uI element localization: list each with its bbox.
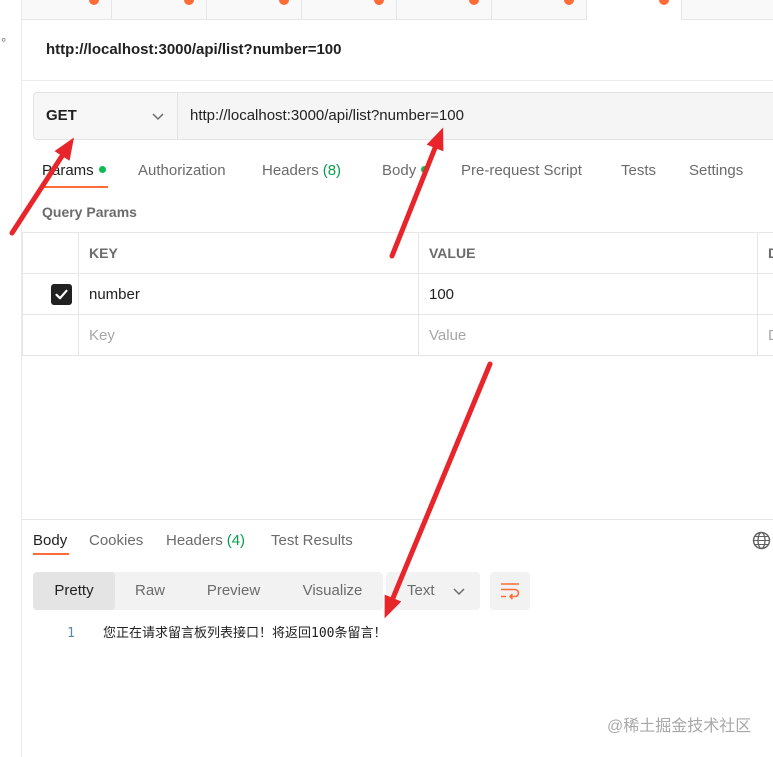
tab-headers[interactable]: Headers (8)	[262, 161, 341, 181]
tab-label: Settings	[689, 162, 744, 179]
url-input[interactable]: http://localhost:3000/api/list?number=10…	[178, 93, 773, 139]
open-tab[interactable]	[302, 0, 397, 20]
description-column-header: D	[757, 232, 773, 274]
new-key-field[interactable]: Key	[78, 314, 419, 356]
body-indicator-dot	[421, 166, 429, 173]
view-pretty-button[interactable]: Pretty	[33, 572, 115, 610]
tab-label: Params	[42, 162, 94, 179]
method-label: GET	[46, 107, 77, 124]
unsaved-changes-dot	[374, 0, 384, 5]
tab-label: Authorization	[138, 162, 226, 179]
view-preview-button[interactable]: Preview	[185, 572, 282, 610]
open-tab[interactable]	[207, 0, 302, 20]
request-title[interactable]: http://localhost:3000/api/list?number=10…	[46, 41, 342, 59]
headers-count: (8)	[322, 162, 342, 179]
tab-label: Cookies	[89, 532, 144, 549]
tab-label: Headers	[262, 162, 319, 179]
view-visualize-button[interactable]: Visualize	[282, 572, 383, 610]
tab-pre-request-script[interactable]: Pre-request Script	[461, 161, 582, 181]
tab-label: Body	[33, 532, 68, 549]
request-url-bar: GET http://localhost:3000/api/list?numbe…	[33, 92, 773, 140]
open-tab[interactable]	[22, 0, 112, 20]
chevron-down-icon	[452, 584, 466, 598]
annotation-arrow-response	[384, 361, 493, 619]
unsaved-changes-dot	[469, 0, 479, 5]
params-new-row: Key Value D	[22, 314, 773, 356]
tab-label: Test Results	[271, 532, 353, 549]
response-tab-body[interactable]: Body	[33, 531, 67, 551]
open-tab-active[interactable]	[587, 0, 682, 20]
params-header-row: KEY VALUE D	[22, 232, 773, 274]
params-indicator-dot	[98, 166, 106, 173]
view-raw-button[interactable]: Raw	[115, 572, 185, 610]
response-tab-headers[interactable]: Headers (4)	[166, 531, 245, 551]
open-tab[interactable]	[397, 0, 492, 20]
param-value-field[interactable]: 100	[418, 273, 758, 315]
line-number: 1	[67, 626, 75, 641]
unsaved-changes-dot	[564, 0, 574, 5]
tab-label: Tests	[621, 162, 657, 179]
tab-params[interactable]: Params	[42, 161, 106, 181]
watermark: @稀土掘金技术社区	[607, 718, 752, 735]
unsaved-changes-dot	[184, 0, 194, 5]
tab-label: Body	[382, 162, 417, 179]
title-divider	[22, 80, 773, 81]
query-params-table: KEY VALUE D number 100 Key Value D	[22, 232, 773, 356]
tab-label: Headers	[166, 532, 223, 549]
open-tabs-row	[22, 0, 682, 20]
value-column-header: VALUE	[418, 232, 758, 274]
key-column-header: KEY	[78, 232, 419, 274]
tab-tests[interactable]: Tests	[621, 161, 656, 181]
active-tab-underline	[42, 186, 108, 188]
params-row: number 100	[22, 273, 773, 315]
response-tab-cookies[interactable]: Cookies	[89, 531, 143, 551]
enable-cell	[22, 314, 79, 356]
select-all-cell	[22, 232, 79, 274]
open-tab[interactable]	[112, 0, 207, 20]
chevron-down-icon	[151, 109, 165, 123]
response-line-text: 您正在请求留言板列表接口！将返回100条留言！	[103, 626, 387, 641]
response-headers-count: (4)	[226, 532, 246, 549]
unsaved-changes-dot	[89, 0, 99, 5]
open-tab[interactable]	[492, 0, 587, 20]
param-key-field[interactable]: number	[78, 273, 419, 315]
tab-authorization[interactable]: Authorization	[138, 161, 226, 181]
checkbox-checked-icon[interactable]	[51, 283, 72, 305]
new-description-field[interactable]: D	[757, 314, 773, 356]
format-select[interactable]: Text	[386, 572, 480, 610]
param-description-field[interactable]	[757, 273, 773, 315]
method-select[interactable]: GET	[34, 93, 178, 139]
globe-icon[interactable]	[752, 531, 771, 550]
active-tab-underline	[33, 553, 69, 555]
tab-body[interactable]: Body	[382, 161, 429, 181]
open-tabs-bar	[22, 0, 773, 20]
unsaved-changes-dot	[659, 0, 669, 5]
format-label: Text	[407, 582, 435, 599]
url-text: http://localhost:3000/api/list?number=10…	[190, 107, 464, 124]
view-mode-toggle: Pretty Raw Preview Visualize	[33, 572, 383, 610]
query-params-title: Query Params	[42, 204, 137, 220]
response-tab-test-results[interactable]: Test Results	[271, 531, 353, 551]
new-value-field[interactable]: Value	[418, 314, 758, 356]
sidebar-glyph: °	[1, 35, 7, 50]
unsaved-changes-dot	[279, 0, 289, 5]
sidebar-edge: °	[0, 0, 22, 757]
wrap-lines-button[interactable]	[490, 572, 530, 610]
tab-settings[interactable]: Settings	[689, 161, 743, 181]
response-pane-divider[interactable]	[22, 519, 773, 520]
enable-cell	[22, 273, 79, 315]
tab-label: Pre-request Script	[461, 162, 582, 179]
